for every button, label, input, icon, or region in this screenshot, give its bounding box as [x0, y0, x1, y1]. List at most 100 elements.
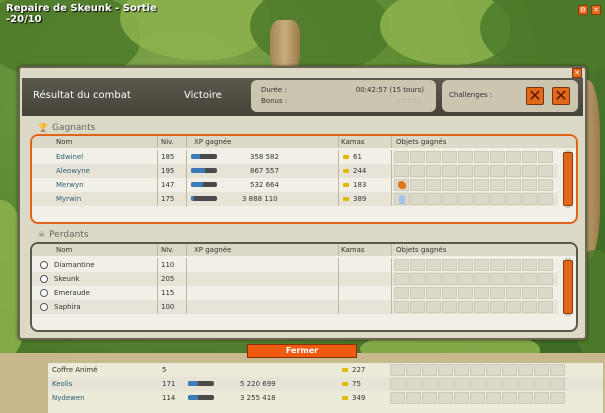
kamas-coin-icon — [343, 155, 349, 159]
challenge-failed-icon[interactable]: ✕ — [526, 87, 544, 105]
item-slots — [394, 151, 553, 163]
xp-fill — [191, 182, 203, 187]
xp-progress-bar — [191, 154, 217, 159]
losers-scrollbar[interactable] — [563, 258, 573, 316]
table-row[interactable]: Merwyn 147 532 664 183 — [32, 178, 558, 192]
fighter-name[interactable]: Merwyn — [56, 178, 84, 192]
col-kamas: Kamas — [341, 246, 365, 254]
winners-table: Nom Niv. XP gagnée Kamas Objets gagnés E… — [30, 134, 578, 224]
fighter-level: 110 — [161, 261, 175, 269]
fighter-kamas: 389 — [353, 195, 367, 203]
close-icon[interactable]: ✕ — [572, 68, 582, 78]
losers-section-title: ☠ Perdants — [38, 230, 89, 240]
fighter-kamas: 349 — [352, 394, 366, 402]
item-slots — [394, 301, 553, 313]
xp-progress-bar — [188, 381, 214, 386]
table-row[interactable]: Edwinel 185 358 582 61 — [32, 150, 558, 164]
fighter-level: 185 — [161, 153, 175, 161]
fight-result-dialog: ✕ Résultat du combat Victoire Durée : 00… — [18, 66, 587, 340]
dead-skull-icon — [40, 261, 48, 269]
window-controls: ⚙ ✕ — [578, 5, 601, 15]
fighter-kamas: 244 — [353, 167, 367, 175]
kamas-coin-icon — [343, 169, 349, 173]
fighter-name[interactable]: Emeraude — [54, 286, 90, 300]
fighter-kamas: 75 — [352, 380, 361, 388]
fighter-name[interactable]: Aleowyne — [56, 164, 90, 178]
dead-skull-icon — [40, 303, 48, 311]
xp-progress-bar — [191, 196, 217, 201]
item-slots — [390, 364, 565, 376]
table-row: Keolis 171 5 220 699 75 — [48, 377, 603, 391]
xp-fill — [191, 196, 194, 201]
fighter-name[interactable]: Saphira — [54, 300, 81, 314]
trophy-icon: 🏆 — [38, 123, 48, 132]
fighter-name: Keolis — [52, 380, 73, 388]
kamas-coin-icon — [342, 368, 348, 372]
losers-table: Nom Niv. XP gagnée Kamas Objets gagnés D… — [30, 242, 578, 332]
table-row: Coffre Animé 5 227 — [48, 363, 603, 377]
challenge-failed-icon[interactable]: ✕ — [552, 87, 570, 105]
map-location-title: Repaire de Skeunk - Sortie -20/10 — [6, 3, 157, 25]
item-slots — [394, 165, 553, 177]
fighter-kamas: 227 — [352, 366, 366, 374]
kamas-coin-icon — [343, 197, 349, 201]
table-row[interactable]: Emeraude 115 — [32, 286, 558, 300]
fighter-level: 171 — [162, 380, 176, 388]
challenges-box: Challenges : ✕ ✕ — [442, 80, 578, 112]
dialog-header: Résultat du combat Victoire Durée : 00:4… — [22, 78, 583, 116]
settings-icon[interactable]: ⚙ — [578, 5, 588, 15]
fighter-kamas: 61 — [353, 153, 362, 161]
xp-fill — [191, 168, 206, 173]
col-items: Objets gagnés — [396, 138, 447, 146]
fighter-xp: 867 557 — [250, 167, 279, 175]
fighter-xp: 3 255 418 — [240, 394, 276, 402]
xp-fill — [188, 381, 199, 386]
fighter-xp: 5 220 699 — [240, 380, 276, 388]
table-row: Nydewen 114 3 255 418 349 — [48, 391, 603, 405]
fighter-level: 5 — [162, 366, 167, 374]
xp-progress-bar — [191, 168, 217, 173]
close-button[interactable]: Fermer — [247, 344, 357, 358]
col-level: Niv. — [161, 138, 175, 146]
loot-item-icon[interactable] — [394, 179, 409, 191]
loot-item-icon[interactable] — [394, 193, 409, 205]
fighter-xp: 358 582 — [250, 153, 279, 161]
fighter-level: 115 — [161, 289, 175, 297]
table-row[interactable]: Skeunk 205 — [32, 272, 558, 286]
table-row[interactable]: Myrwin 175 3 888 110 389 — [32, 192, 558, 206]
map-title-line2: -20/10 — [6, 14, 42, 25]
col-name: Nom — [56, 138, 73, 146]
item-slots — [394, 273, 553, 285]
table-row[interactable]: Aleowyne 195 867 557 244 — [32, 164, 558, 178]
fighter-name[interactable]: Diamantine — [54, 258, 95, 272]
close-icon[interactable]: ✕ — [591, 5, 601, 15]
item-slots — [390, 378, 565, 390]
winners-scrollbar[interactable] — [563, 150, 573, 208]
fighter-name[interactable]: Skeunk — [54, 272, 79, 286]
kamas-coin-icon — [343, 183, 349, 187]
losers-title-text: Perdants — [49, 230, 89, 240]
fighter-level: 175 — [161, 195, 175, 203]
winners-title-text: Gagnants — [51, 123, 96, 133]
col-items: Objets gagnés — [396, 246, 447, 254]
col-kamas: Kamas — [341, 138, 365, 146]
fighter-name[interactable]: Edwinel — [56, 150, 83, 164]
skull-icon: ☠ — [38, 230, 46, 239]
item-slots — [394, 193, 553, 205]
table-header: Nom Niv. XP gagnée Kamas Objets gagnés — [32, 244, 576, 256]
fighter-level: 195 — [161, 167, 175, 175]
table-row[interactable]: Saphira 100 — [32, 300, 558, 314]
background-fight-table: Coffre Animé 5 227 Keolis 171 5 220 699 … — [48, 363, 603, 413]
table-header: Nom Niv. XP gagnée Kamas Objets gagnés — [32, 136, 576, 148]
fighter-name: Coffre Animé — [52, 366, 98, 374]
fighter-name[interactable]: Myrwin — [56, 192, 81, 206]
item-slots — [394, 287, 553, 299]
table-row[interactable]: Diamantine 110 — [32, 258, 558, 272]
bonus-label: Bonus : — [261, 97, 288, 105]
item-slots — [394, 179, 553, 191]
fighter-level: 100 — [161, 303, 175, 311]
xp-fill — [191, 154, 201, 159]
xp-fill — [188, 395, 199, 400]
col-name: Nom — [56, 246, 73, 254]
duration-value: 00:42:57 (15 tours) — [355, 86, 424, 94]
